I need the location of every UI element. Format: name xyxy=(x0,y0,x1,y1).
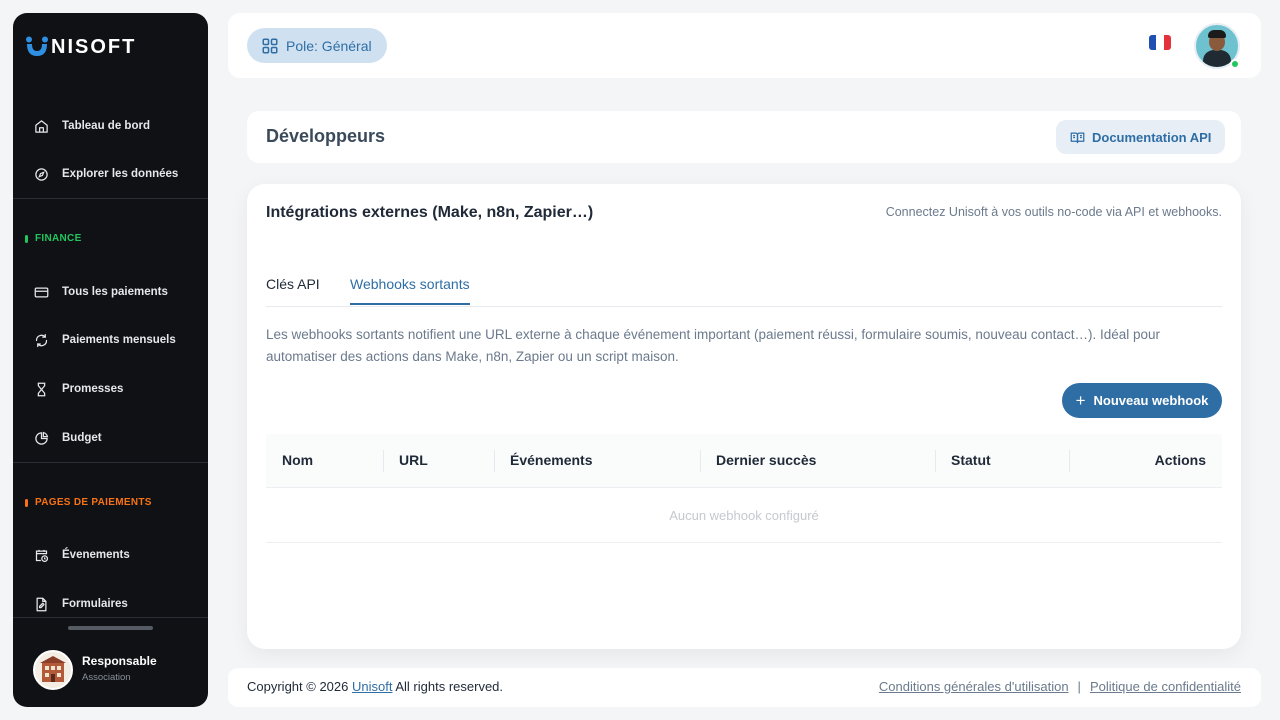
file-edit-icon xyxy=(33,596,49,612)
sidebar-item-label: Budget xyxy=(62,432,102,444)
flag-stripe xyxy=(1149,35,1157,50)
user-role: Association xyxy=(82,672,131,683)
copyright: Copyright © 2026 Unisoft All rights rese… xyxy=(247,679,503,694)
column-header-nom[interactable]: Nom xyxy=(282,452,313,468)
section-marker xyxy=(25,234,28,243)
integrations-card: Intégrations externes (Make, n8n, Zapier… xyxy=(247,184,1241,649)
tab-cles-api[interactable]: Clés API xyxy=(266,276,320,303)
sidebar: NISOFT Tableau de bord Explorer les donn… xyxy=(13,13,208,707)
table-empty-row: Aucun webhook configuré xyxy=(266,488,1222,543)
column-header-actions: Actions xyxy=(1154,452,1206,468)
privacy-link[interactable]: Politique de confidentialité xyxy=(1090,679,1241,694)
calendar-clock-icon xyxy=(33,547,49,563)
avatar-body xyxy=(1203,50,1231,67)
webhooks-description: Les webhooks sortants notifient une URL … xyxy=(266,327,1160,364)
column-header-url[interactable]: URL xyxy=(399,452,428,468)
avatar-hair xyxy=(1208,30,1226,38)
documentation-api-label: Documentation API xyxy=(1092,129,1212,145)
compass-icon xyxy=(33,166,49,182)
pole-selector-button[interactable]: Pole: Général xyxy=(247,28,387,63)
page-header: Développeurs Documentation API xyxy=(247,111,1241,163)
footer-separator: | xyxy=(1077,679,1081,694)
sidebar-item-paiements-mensuels[interactable]: Paiements mensuels xyxy=(13,323,208,357)
grid-icon xyxy=(261,37,279,55)
sidebar-item-evenements[interactable]: Évenements xyxy=(13,538,208,572)
copyright-rights: All rights reserved. xyxy=(395,679,504,694)
page-title: Développeurs xyxy=(266,126,386,146)
sidebar-item-tous-les-paiements[interactable]: Tous les paiements xyxy=(13,275,208,309)
topbar: Pole: Général xyxy=(228,13,1261,78)
section-label: PAGES DE PAIEMENTS xyxy=(35,497,152,508)
column-separator xyxy=(1069,450,1070,472)
pole-label: Pole: Général xyxy=(286,37,372,54)
tab-webhooks-sortants[interactable]: Webhooks sortants xyxy=(350,276,470,305)
flag-stripe xyxy=(1156,35,1164,50)
column-header-dernier-succes[interactable]: Dernier succès xyxy=(716,452,816,468)
unisoft-link[interactable]: Unisoft xyxy=(352,679,392,694)
online-status-indicator xyxy=(1230,59,1240,69)
copyright-prefix: Copyright © 2026 xyxy=(247,679,349,694)
column-separator xyxy=(700,450,701,472)
association-avatar xyxy=(33,650,73,690)
home-icon xyxy=(33,118,49,134)
book-open-icon xyxy=(1070,130,1085,145)
column-separator xyxy=(383,450,384,472)
integrations-title: Intégrations externes (Make, n8n, Zapier… xyxy=(266,204,594,221)
sidebar-divider xyxy=(13,198,208,199)
sidebar-item-promesses[interactable]: Promesses xyxy=(13,372,208,406)
language-flag-fr[interactable] xyxy=(1149,35,1171,50)
column-header-statut[interactable]: Statut xyxy=(951,452,991,468)
section-finance: FINANCE xyxy=(25,233,82,244)
sidebar-item-label: Tous les paiements xyxy=(62,286,168,298)
section-label: FINANCE xyxy=(35,233,82,244)
sidebar-item-label: Promesses xyxy=(62,383,124,395)
column-header-evenements[interactable]: Événements xyxy=(510,452,592,468)
footer-links: Conditions générales d'utilisation | Polit… xyxy=(879,679,1241,694)
sidebar-item-label: Évenements xyxy=(62,549,130,561)
hourglass-icon xyxy=(33,381,49,397)
user-name: Responsable xyxy=(82,654,157,668)
sidebar-divider xyxy=(13,462,208,463)
sidebar-item-tableau-de-bord[interactable]: Tableau de bord xyxy=(13,109,208,143)
documentation-api-button[interactable]: Documentation API xyxy=(1056,120,1226,154)
table-header: Nom URL Événements Dernier succès Statut… xyxy=(266,434,1222,488)
flag-stripe xyxy=(1163,35,1171,50)
webhooks-table: Nom URL Événements Dernier succès Statut… xyxy=(266,434,1222,543)
footer: Copyright © 2026 Unisoft All rights rese… xyxy=(228,668,1261,707)
sidebar-item-budget[interactable]: Budget xyxy=(13,421,208,455)
sidebar-item-formulaires[interactable]: Formulaires xyxy=(13,587,208,621)
sidebar-item-explorer[interactable]: Explorer les données xyxy=(13,157,208,191)
logo[interactable]: NISOFT xyxy=(25,35,136,59)
credit-card-icon xyxy=(33,284,49,300)
new-webhook-label: Nouveau webhook xyxy=(1093,393,1209,408)
refresh-icon xyxy=(33,332,49,348)
column-separator xyxy=(494,450,495,472)
section-pages-de-paiements: PAGES DE PAIEMENTS xyxy=(25,497,152,508)
sidebar-item-label: Tableau de bord xyxy=(62,120,150,132)
sidebar-item-label: Paiements mensuels xyxy=(62,334,176,346)
sidebar-item-label: Formulaires xyxy=(62,598,128,610)
unisoft-logo-icon xyxy=(25,36,49,58)
building-icon xyxy=(40,656,66,682)
section-marker xyxy=(25,498,28,507)
tabs: Clés API Webhooks sortants xyxy=(266,266,1222,307)
plus-icon: + xyxy=(1075,391,1086,410)
new-webhook-button[interactable]: + Nouveau webhook xyxy=(1062,383,1222,418)
pie-chart-icon xyxy=(33,430,49,446)
sidebar-user[interactable]: Responsable Association xyxy=(13,617,208,707)
logo-text: NISOFT xyxy=(51,35,137,58)
column-separator xyxy=(935,450,936,472)
integrations-subtitle: Connectez Unisoft à vos outils no-code v… xyxy=(885,205,1222,219)
user-avatar[interactable] xyxy=(1194,23,1240,69)
terms-link[interactable]: Conditions générales d'utilisation xyxy=(879,679,1069,694)
sidebar-item-label: Explorer les données xyxy=(62,168,179,180)
